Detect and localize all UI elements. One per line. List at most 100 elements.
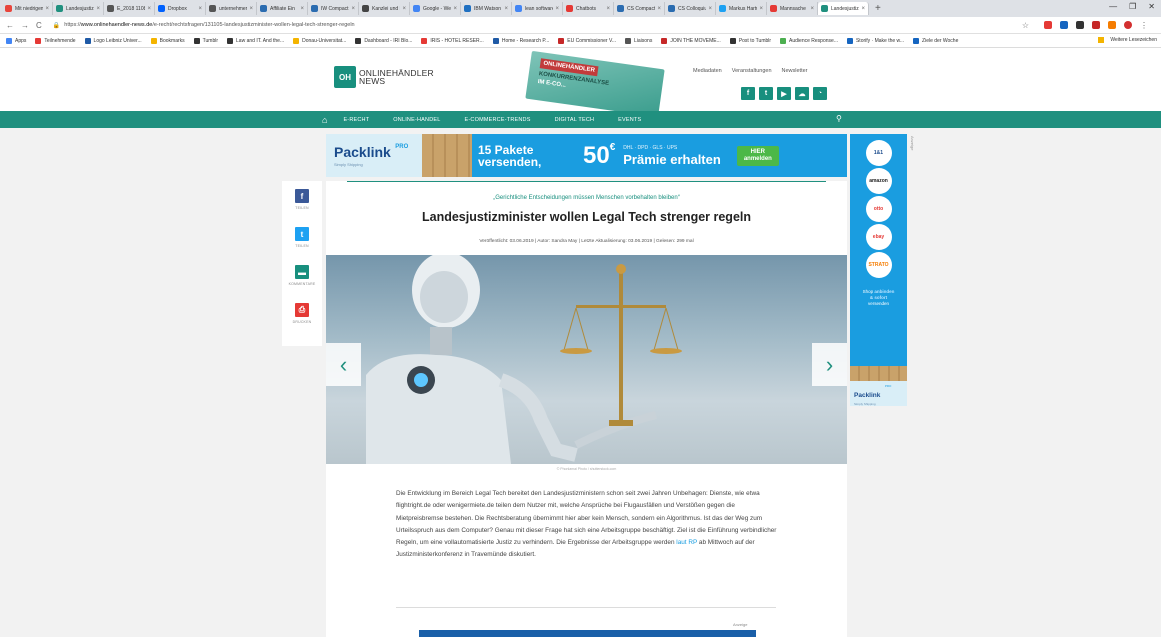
browser-tab[interactable]: IBM Watson ×: [461, 2, 512, 15]
tab-close-icon[interactable]: ×: [351, 6, 355, 12]
browser-tab[interactable]: Google - We ×: [410, 2, 461, 15]
nav-e-commerce-trends[interactable]: E-COMMERCE-TRENDS: [465, 117, 531, 123]
bookmark-item[interactable]: Tumblr: [193, 37, 218, 44]
home-icon[interactable]: ⌂: [322, 115, 327, 125]
bookmark-item[interactable]: Law and IT. And the...: [227, 37, 284, 44]
share-print[interactable]: ⎙ DRUCKEN: [282, 303, 322, 324]
bookmark-item[interactable]: Apps: [6, 37, 26, 44]
browser-tab[interactable]: unternehmen ×: [206, 2, 257, 15]
print-icon[interactable]: ⎙: [295, 303, 309, 317]
bookmark-item[interactable]: Home - Research P...: [492, 37, 549, 44]
menu-icon[interactable]: ⋮: [1140, 21, 1148, 30]
bookmark-item[interactable]: Post to Tumblr: [729, 37, 771, 44]
share-facebook[interactable]: f TEILEN: [282, 189, 322, 210]
tab-close-icon[interactable]: ×: [606, 6, 610, 12]
bookmark-item[interactable]: Dashboard - IRI Blo...: [355, 37, 412, 44]
bookmark-item[interactable]: Donau-Universitat...: [293, 37, 346, 44]
browser-tab[interactable]: CS Compact ×: [614, 2, 665, 15]
bookmark-item[interactable]: IRIS - HOTEL RESER...: [421, 37, 484, 44]
browser-tab[interactable]: Landesjustizm×: [818, 2, 869, 15]
browser-tab[interactable]: Kanzlei und Int×: [359, 2, 410, 15]
tab-close-icon[interactable]: ×: [504, 6, 508, 12]
reload-icon[interactable]: C: [36, 21, 42, 30]
bookmark-item[interactable]: Audience Response...: [780, 37, 838, 44]
tab-close-icon[interactable]: ×: [708, 6, 712, 12]
tab-close-icon[interactable]: ×: [555, 6, 559, 12]
extension-blue-icon[interactable]: [1060, 21, 1068, 29]
header-link-mediadaten[interactable]: Mediadaten: [693, 68, 722, 74]
tab-close-icon[interactable]: ×: [147, 6, 151, 12]
new-tab-icon[interactable]: +: [869, 3, 887, 14]
tab-close-icon[interactable]: ×: [45, 6, 49, 12]
nav-online-handel[interactable]: ONLINE-HANDEL: [393, 117, 440, 123]
browser-tab[interactable]: Mit niedrigem ×: [2, 2, 53, 15]
bookmark-item[interactable]: Logo Leibniz Univer...: [84, 37, 142, 44]
twitter-icon[interactable]: t: [759, 87, 773, 100]
browser-tab[interactable]: Markus Hartu ×: [716, 2, 767, 15]
tab-close-icon[interactable]: ×: [657, 6, 661, 12]
browser-tab[interactable]: Chatbots ×: [563, 2, 614, 15]
tab-close-icon[interactable]: ×: [249, 6, 253, 12]
extension-rss-icon[interactable]: [1108, 21, 1116, 29]
site-logo[interactable]: OH ONLINEHÄNDLER NEWS: [334, 66, 434, 88]
tab-close-icon[interactable]: ×: [96, 6, 100, 12]
nav-e-recht[interactable]: E-RECHT: [343, 117, 369, 123]
tab-close-icon[interactable]: ×: [861, 6, 865, 12]
ad-signup-button[interactable]: HIER anmelden: [736, 145, 779, 166]
browser-tab[interactable]: Affiliate Ein ×: [257, 2, 308, 15]
extension-pocket-icon[interactable]: [1092, 21, 1100, 29]
forward-icon[interactable]: →: [21, 21, 29, 30]
rss-icon[interactable]: ◔: [813, 87, 827, 100]
bookmark-item[interactable]: EU Commissioner V...: [558, 37, 616, 44]
tab-close-icon[interactable]: ×: [402, 6, 406, 12]
bookmark-star-icon[interactable]: ☆: [1022, 21, 1029, 30]
tab-close-icon[interactable]: ×: [759, 6, 763, 12]
url-input[interactable]: 🔒 https://www.onlinehaendler-news.de/e-r…: [49, 19, 1014, 31]
skyscraper-ad[interactable]: 1&1 amazon otto ebay STRATO Shop anbinde…: [850, 134, 907, 406]
nav-digital-tech[interactable]: DIGITAL TECH: [555, 117, 595, 123]
bookmark-item[interactable]: Storify · Make the w...: [846, 37, 904, 44]
promo-book-image[interactable]: ONLINEHÄNDLER KONKURRENZANALYSE IM E-CO.…: [525, 50, 665, 118]
inline-ad[interactable]: [419, 630, 756, 637]
share-twitter[interactable]: t TEILEN: [282, 227, 322, 248]
browser-tab[interactable]: IW Compact ×: [308, 2, 359, 15]
tab-close-icon[interactable]: ×: [810, 6, 814, 12]
tab-close-icon[interactable]: ×: [198, 6, 202, 12]
browser-tab[interactable]: lean software ×: [512, 2, 563, 15]
youtube-icon[interactable]: ▶: [777, 87, 791, 100]
bookmark-item[interactable]: Ziele der Woche: [913, 37, 958, 44]
tab-close-icon[interactable]: ×: [453, 6, 457, 12]
other-bookmarks[interactable]: Weitere Lesezeichen: [1098, 37, 1157, 43]
bookmark-item[interactable]: JOIN THE MOVEME...: [661, 37, 721, 44]
share-comments[interactable]: ▬ KOMMENTARE: [282, 265, 322, 286]
banner-ad[interactable]: Packlink PRO Simply Shipping 15 Pakete v…: [326, 134, 847, 177]
close-window-icon[interactable]: ✕: [1148, 2, 1155, 11]
bookmark-item[interactable]: Teilnehmende: [35, 37, 76, 44]
bookmark-item[interactable]: Bookmarks: [150, 37, 185, 44]
facebook-icon[interactable]: f: [741, 87, 755, 100]
slider-prev-button[interactable]: ‹: [326, 343, 361, 386]
tab-close-icon[interactable]: ×: [300, 6, 304, 12]
browser-tab[interactable]: Landesjustizmi×: [53, 2, 104, 15]
cloud-icon[interactable]: ☁: [795, 87, 809, 100]
header-link-veranstaltungen[interactable]: Veranstaltungen: [732, 68, 772, 74]
search-icon[interactable]: ⚲: [836, 114, 842, 123]
browser-tab[interactable]: CS Colloquium×: [665, 2, 716, 15]
browser-tab[interactable]: Mannsache ×: [767, 2, 818, 15]
slider-next-button[interactable]: ›: [812, 343, 847, 386]
minimize-icon[interactable]: —: [1109, 2, 1117, 11]
extension-red-icon[interactable]: [1044, 21, 1052, 29]
body-link-rp[interactable]: laut RP: [676, 539, 697, 546]
bookmark-item[interactable]: Liaisons: [624, 37, 652, 44]
comment-icon[interactable]: ▬: [295, 265, 309, 279]
twitter-share-icon[interactable]: t: [295, 227, 309, 241]
browser-tab[interactable]: E_2018 1108 ×: [104, 2, 155, 15]
facebook-share-icon[interactable]: f: [295, 189, 309, 203]
profile-avatar[interactable]: [1124, 21, 1132, 29]
back-icon[interactable]: ←: [6, 21, 14, 30]
extension-dark-icon[interactable]: [1076, 21, 1084, 29]
header-link-newsletter[interactable]: Newsletter: [782, 68, 808, 74]
browser-tab[interactable]: Dropbox ×: [155, 2, 206, 15]
nav-events[interactable]: EVENTS: [618, 117, 641, 123]
maximize-icon[interactable]: ❐: [1129, 2, 1136, 11]
